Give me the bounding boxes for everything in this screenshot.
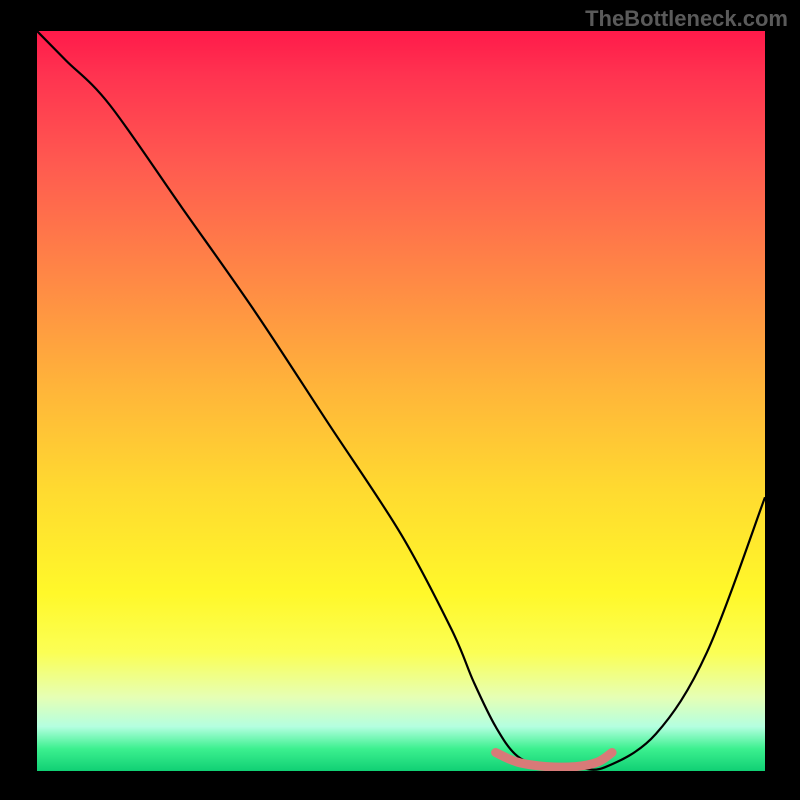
main-curve-path	[37, 31, 765, 770]
highlight-band-path	[496, 753, 612, 768]
curve-overlay	[37, 31, 765, 771]
plot-area	[37, 31, 765, 771]
watermark-text: TheBottleneck.com	[585, 6, 788, 32]
